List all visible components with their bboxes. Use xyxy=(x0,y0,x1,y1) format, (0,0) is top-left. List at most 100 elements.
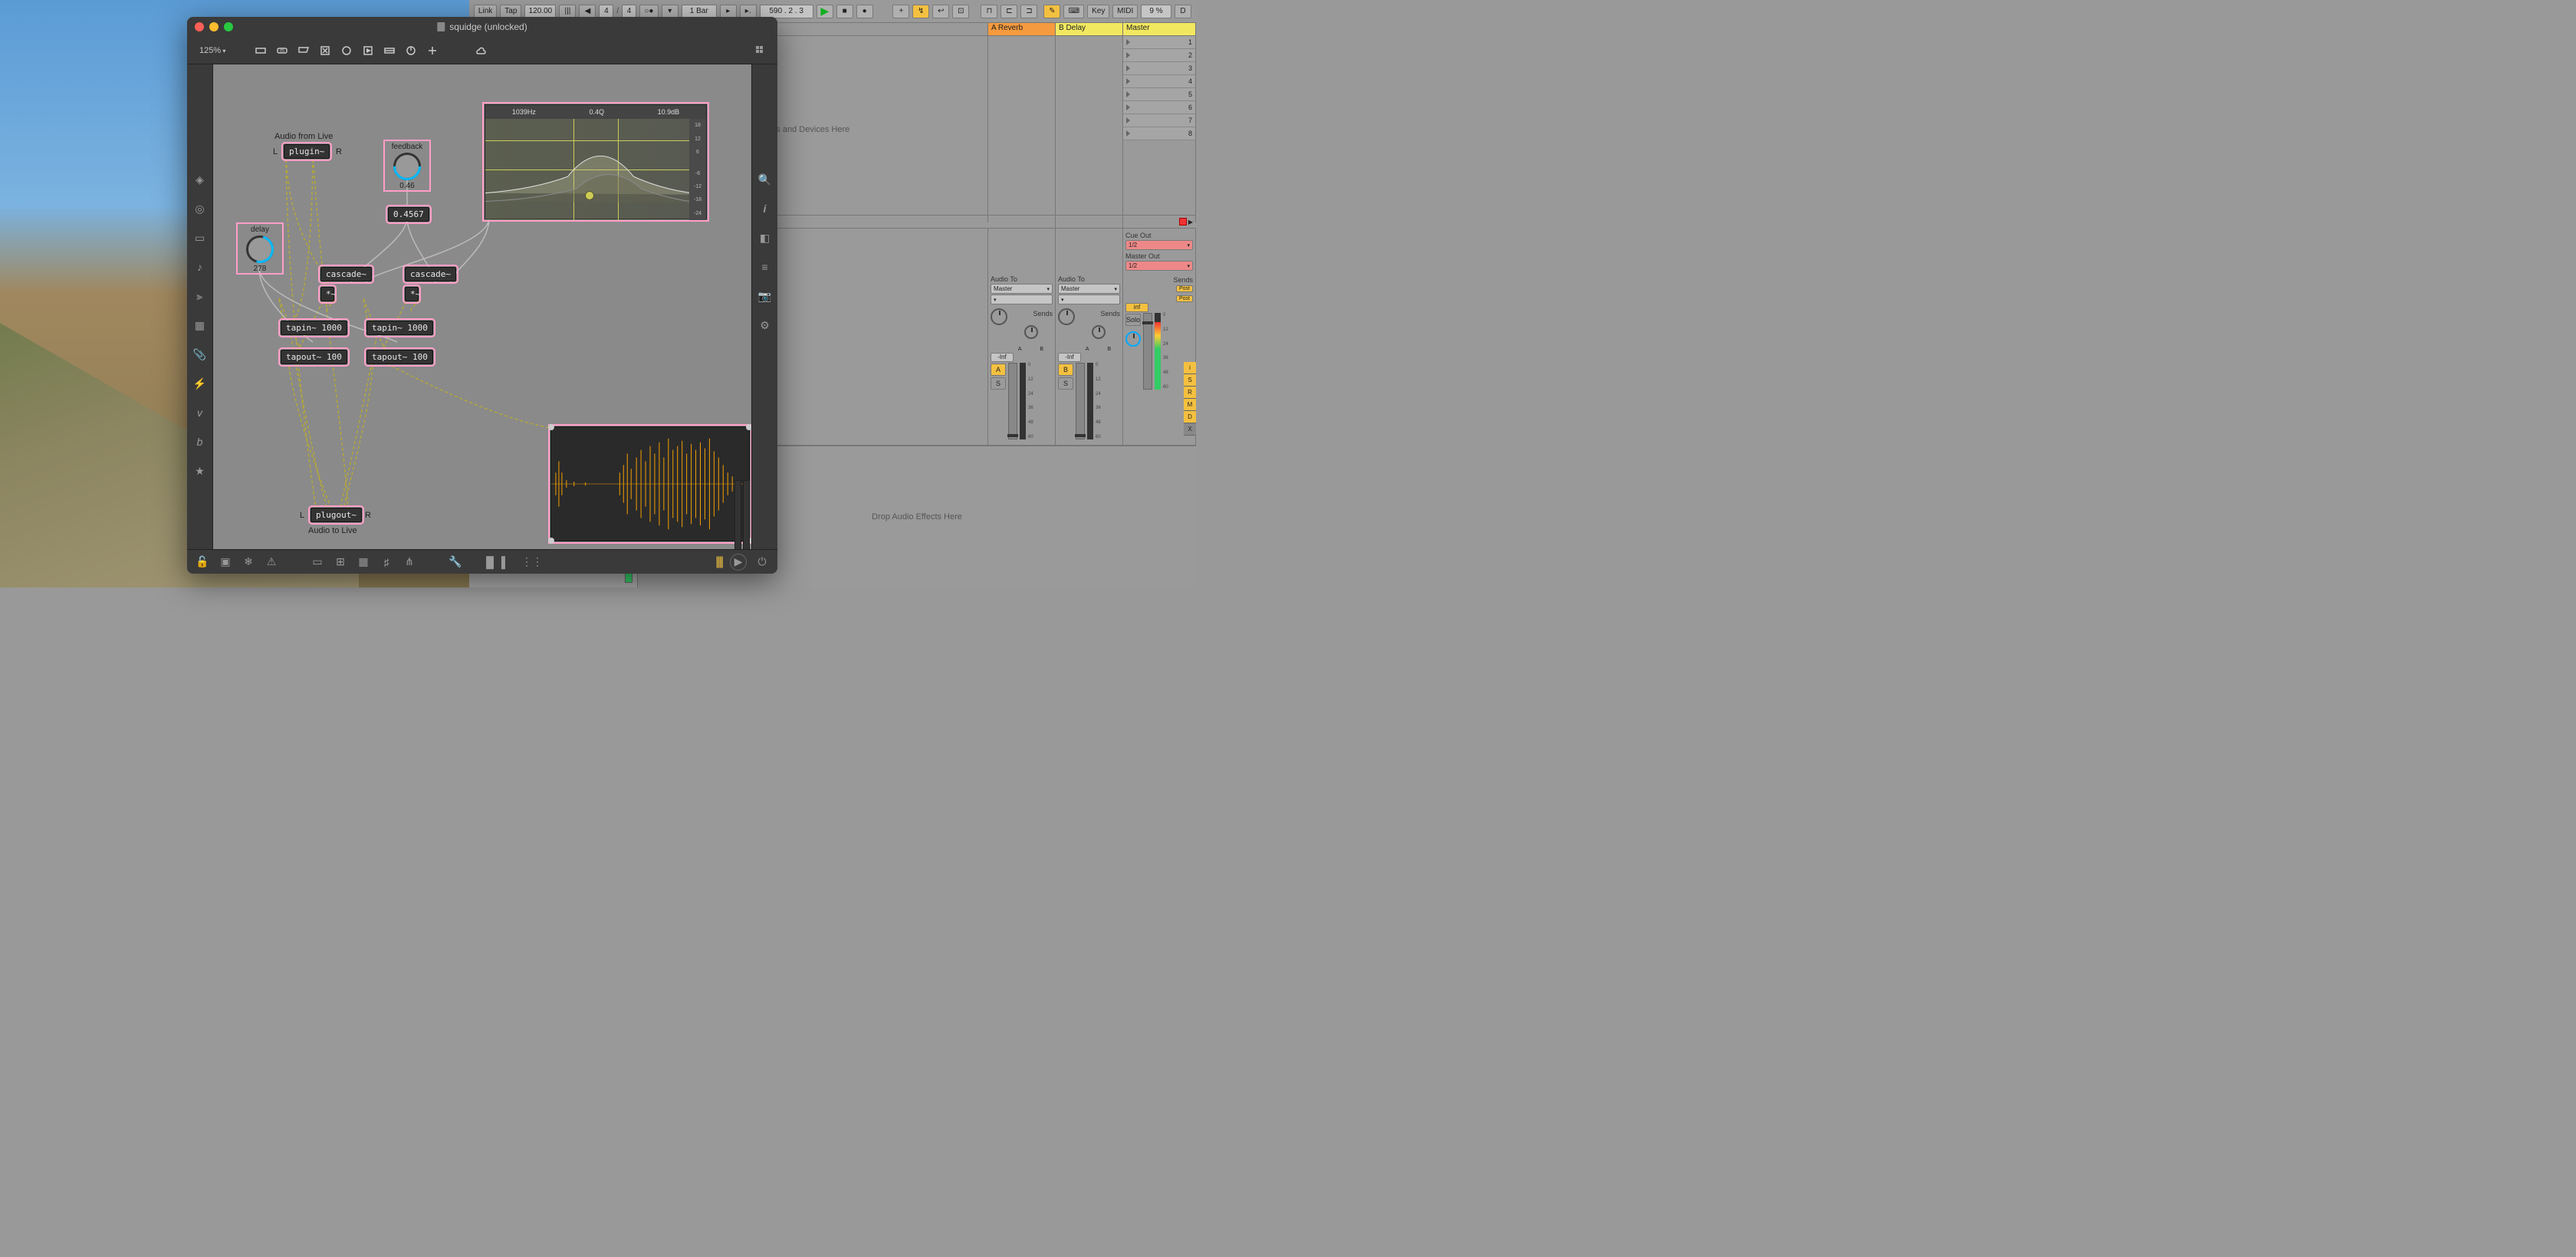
nudge-down-icon[interactable]: ◀ xyxy=(579,5,596,18)
solo-button[interactable]: S xyxy=(991,377,1006,390)
nudge-down2-icon[interactable]: ▾ xyxy=(662,5,678,18)
target-icon[interactable]: ◎ xyxy=(192,201,208,216)
patcher-icon[interactable]: ▣ xyxy=(218,554,233,570)
resize-handle[interactable] xyxy=(746,424,751,430)
grid-snap-icon[interactable]: ♯ xyxy=(379,554,394,570)
audio-icon[interactable]: ♪ xyxy=(192,259,208,275)
filtergraph[interactable]: 1039Hz 0.4Q 10.9dB 18 12 xyxy=(485,104,707,219)
presentation-icon[interactable]: ▭ xyxy=(310,554,325,570)
audio-to-select[interactable]: Master xyxy=(991,284,1053,294)
volume-slider[interactable] xyxy=(1076,363,1085,439)
scene-slot[interactable]: 3 xyxy=(1123,62,1195,75)
objects-palette-icon[interactable]: ◈ xyxy=(192,172,208,187)
audio-to-ch-select[interactable] xyxy=(991,295,1053,304)
position-field[interactable]: 590 . 2 . 3 xyxy=(760,5,813,18)
tempo-field[interactable]: 120.00 xyxy=(524,5,556,18)
volume-text[interactable]: inf xyxy=(1125,303,1148,312)
camera-icon[interactable]: 📷 xyxy=(757,288,773,304)
link-button[interactable]: Link xyxy=(474,5,497,18)
number-icon[interactable] xyxy=(380,41,399,60)
metronome-toggle[interactable]: ○● xyxy=(639,5,659,18)
track-header[interactable]: B Delay xyxy=(1056,23,1122,36)
multiply-object[interactable]: *~ xyxy=(320,287,334,301)
plugin-object[interactable]: plugin~ xyxy=(284,144,330,159)
inspector-icon[interactable]: ⊞ xyxy=(333,554,348,570)
video-icon[interactable]: ⫸ xyxy=(192,288,208,304)
record-button[interactable]: ● xyxy=(856,5,873,18)
zoom-menu[interactable]: 125% xyxy=(195,44,230,57)
solo-button[interactable]: Solo xyxy=(1125,314,1141,326)
resize-handle[interactable] xyxy=(548,538,554,544)
arrangement-pos-left[interactable]: ▸. xyxy=(740,5,757,18)
track-header[interactable]: A Reverb xyxy=(988,23,1055,36)
tapout-object[interactable]: tapout~ 100 xyxy=(366,350,433,364)
panel-icon[interactable]: ◧ xyxy=(757,230,773,245)
play-button[interactable]: ▶ xyxy=(816,5,833,18)
close-icon[interactable] xyxy=(195,22,204,31)
minimize-icon[interactable] xyxy=(209,22,219,31)
scene-slot[interactable]: 6 xyxy=(1123,101,1195,114)
follow-icon[interactable]: ▸ xyxy=(720,5,737,18)
post-button[interactable]: Post xyxy=(1176,285,1193,292)
grid-icon[interactable] xyxy=(751,41,770,60)
snowflake-icon[interactable]: ❄ xyxy=(241,554,256,570)
quantize-menu[interactable]: 1 Bar xyxy=(682,5,717,18)
returns-section-toggle[interactable]: R xyxy=(1184,387,1196,399)
io-section-toggle[interactable]: i xyxy=(1184,362,1196,374)
master-out-select[interactable]: 1/2 xyxy=(1125,261,1193,271)
audio-to-ch-select[interactable] xyxy=(1058,295,1120,304)
titlebar[interactable]: squidge (unlocked) xyxy=(187,17,777,37)
tap-button[interactable]: Tap xyxy=(500,5,521,18)
computer-midi-icon[interactable]: ⌨ xyxy=(1063,5,1084,18)
message-icon[interactable]: m xyxy=(273,41,291,60)
calendar-icon[interactable]: ▦ xyxy=(356,554,371,570)
overdub-icon[interactable]: + xyxy=(892,5,909,18)
capture-icon[interactable]: ⊡ xyxy=(952,5,969,18)
track-activator[interactable]: B xyxy=(1058,364,1073,376)
scene-slot[interactable]: 7 xyxy=(1123,114,1195,127)
plugout-object[interactable]: plugout~ xyxy=(310,508,362,522)
track-header[interactable]: Master xyxy=(1123,23,1195,36)
scene-slot[interactable]: 8 xyxy=(1123,127,1195,140)
audio-to-select[interactable]: Master xyxy=(1058,284,1120,294)
send-knob[interactable] xyxy=(1024,325,1038,339)
delay-dial[interactable]: delay 278 xyxy=(239,225,281,271)
power-icon[interactable]: ⏻ xyxy=(754,554,770,570)
scope-display[interactable] xyxy=(550,426,750,541)
beat-icon[interactable]: b xyxy=(192,434,208,449)
midi-map-button[interactable]: MIDI xyxy=(1112,5,1138,18)
menu-icon[interactable]: ⋮⋮ xyxy=(524,554,540,570)
bang-icon[interactable] xyxy=(316,41,334,60)
stop-all-icon[interactable] xyxy=(1179,218,1187,225)
slider-icon[interactable] xyxy=(402,41,420,60)
timesig-num[interactable]: 4 xyxy=(599,5,613,18)
signal-level-icon[interactable]: |||| xyxy=(715,555,722,569)
parameters-icon[interactable]: ⚙ xyxy=(757,318,773,333)
hierarchy-icon[interactable]: ⋔ xyxy=(402,554,417,570)
automation-arm-icon[interactable]: ↯ xyxy=(912,5,929,18)
send-knob[interactable] xyxy=(1092,325,1106,339)
button-icon[interactable] xyxy=(359,41,377,60)
scene-launch-icon[interactable]: ▶ xyxy=(1188,219,1193,225)
add-icon[interactable] xyxy=(423,41,442,60)
key-map-button[interactable]: Key xyxy=(1087,5,1109,18)
cascade-object[interactable]: cascade~ xyxy=(320,267,372,281)
play-icon[interactable]: ▶ xyxy=(730,554,747,571)
loop-icon[interactable]: ⊓ xyxy=(981,5,997,18)
patcher-canvas[interactable]: Audio from Live L R plugin~ feedback 0.4… xyxy=(213,64,751,549)
pan-knob[interactable] xyxy=(1058,308,1075,325)
feedback-dial[interactable]: feedback 0.46 xyxy=(386,143,428,189)
search-icon[interactable]: 🔍 xyxy=(757,172,773,187)
delay-section-toggle[interactable]: D xyxy=(1184,411,1196,423)
scene-slot[interactable]: 4 xyxy=(1123,75,1195,88)
list-icon[interactable]: ≡ xyxy=(757,259,773,275)
tapin-object[interactable]: tapin~ 1000 xyxy=(366,321,433,335)
stop-button[interactable]: ■ xyxy=(836,5,853,18)
punch-out-icon[interactable]: ⊐ xyxy=(1020,5,1037,18)
punch-in-icon[interactable]: ⊏ xyxy=(1001,5,1017,18)
draw-mode-icon[interactable]: ✎ xyxy=(1043,5,1060,18)
post-button[interactable]: Post xyxy=(1176,295,1193,302)
tapin-object[interactable]: tapin~ 1000 xyxy=(281,321,347,335)
scene-slot[interactable]: 5 xyxy=(1123,88,1195,101)
favorite-icon[interactable]: ★ xyxy=(192,463,208,479)
